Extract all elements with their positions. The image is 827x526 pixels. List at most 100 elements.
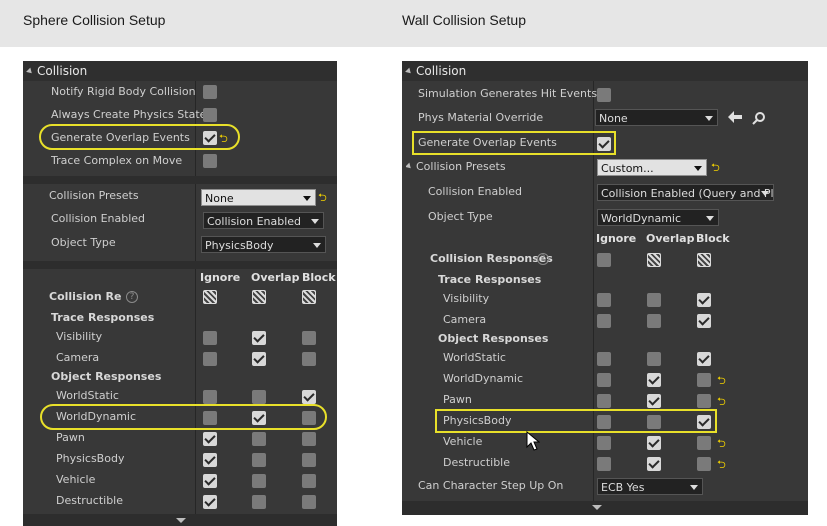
chevron-down-icon — [690, 485, 698, 490]
label-collision-presets: Collision Presets — [406, 156, 506, 178]
destructible-overlap[interactable] — [252, 495, 266, 509]
label-collision-enabled: Collision Enabled — [51, 212, 146, 225]
chevron-down-icon — [313, 243, 321, 248]
camera-overlap[interactable] — [647, 314, 661, 328]
phys-material-dropdown[interactable]: None — [595, 109, 718, 126]
label-physicsbody: PhysicsBody — [56, 452, 125, 465]
sim-hit-events-checkbox[interactable] — [597, 88, 611, 102]
can-step-up-on-value: ECB Yes — [601, 481, 645, 494]
highlight-generate-overlap — [39, 124, 240, 150]
help-icon[interactable]: ? — [126, 291, 138, 303]
pawn-block[interactable] — [697, 394, 711, 408]
physicsbody-block[interactable] — [302, 453, 316, 467]
collision-presets-dropdown[interactable]: None — [201, 189, 316, 206]
worldstatic-block[interactable] — [697, 352, 711, 366]
worldstatic-block[interactable] — [302, 390, 316, 404]
visibility-overlap[interactable] — [647, 293, 661, 307]
collision-presets-value: None — [205, 192, 234, 205]
responses-ignore-all[interactable] — [203, 290, 217, 304]
category-title: Collision — [37, 64, 88, 78]
reset-arrow-icon[interactable]: ⮌ — [717, 375, 726, 386]
responses-block-all[interactable] — [302, 290, 316, 304]
collision-presets-dropdown[interactable]: Custom... — [597, 159, 707, 176]
label-collision-presets: Collision Presets — [49, 189, 139, 202]
responses-block-all[interactable] — [697, 253, 711, 267]
vehicle-overlap[interactable] — [647, 436, 661, 450]
destructible-ignore[interactable] — [203, 495, 217, 509]
chevron-down-icon — [705, 116, 713, 121]
label-object-type: Object Type — [51, 236, 116, 249]
responses-overlap-all[interactable] — [252, 290, 266, 304]
camera-block[interactable] — [697, 314, 711, 328]
reset-arrow-icon[interactable]: ⮌ — [717, 459, 726, 470]
worlddynamic-block[interactable] — [697, 373, 711, 387]
worldstatic-ignore[interactable] — [203, 390, 217, 404]
always-create-physics-checkbox[interactable] — [203, 108, 217, 122]
magnifier-icon[interactable] — [752, 111, 766, 128]
physicsbody-overlap[interactable] — [252, 453, 266, 467]
visibility-ignore[interactable] — [597, 293, 611, 307]
camera-ignore[interactable] — [203, 352, 217, 366]
pawn-ignore[interactable] — [597, 394, 611, 408]
visibility-overlap[interactable] — [252, 331, 266, 345]
destructible-ignore[interactable] — [597, 457, 611, 471]
collision-enabled-dropdown[interactable]: Collision Enabled (Query and Pl — [597, 184, 774, 201]
vehicle-block[interactable] — [697, 436, 711, 450]
pawn-block[interactable] — [302, 432, 316, 446]
arrow-left-icon[interactable] — [728, 111, 742, 126]
worlddynamic-overlap[interactable] — [647, 373, 661, 387]
camera-block[interactable] — [302, 352, 316, 366]
reset-arrow-icon[interactable]: ⮌ — [717, 438, 726, 449]
object-type-dropdown[interactable]: WorldDynamic — [597, 209, 719, 226]
column-header-block: Block — [302, 271, 336, 284]
camera-ignore[interactable] — [597, 314, 611, 328]
notify-rigid-body-checkbox[interactable] — [203, 85, 217, 99]
heading-wall: Wall Collision Setup — [402, 12, 526, 28]
collision-enabled-dropdown[interactable]: Collision Enabled — [203, 212, 324, 229]
highlight-physicsbody — [435, 409, 717, 433]
expand-arrow-icon[interactable] — [176, 518, 186, 523]
reset-arrow-icon[interactable]: ⮌ — [318, 192, 327, 203]
category-title: Collision — [416, 64, 467, 78]
visibility-block[interactable] — [697, 293, 711, 307]
pawn-overlap[interactable] — [252, 432, 266, 446]
label-trace-complex: Trace Complex on Move — [51, 154, 183, 167]
worldstatic-overlap[interactable] — [647, 352, 661, 366]
label-worldstatic: WorldStatic — [443, 351, 506, 364]
can-step-up-on-dropdown[interactable]: ECB Yes — [597, 478, 703, 495]
destructible-block[interactable] — [302, 495, 316, 509]
object-type-dropdown[interactable]: PhysicsBody — [201, 236, 326, 253]
pawn-ignore[interactable] — [203, 432, 217, 446]
chevron-down-icon — [761, 191, 769, 196]
visibility-block[interactable] — [302, 331, 316, 345]
worlddynamic-ignore[interactable] — [597, 373, 611, 387]
camera-overlap[interactable] — [252, 352, 266, 366]
visibility-ignore[interactable] — [203, 331, 217, 345]
vehicle-block[interactable] — [302, 474, 316, 488]
vehicle-ignore[interactable] — [597, 436, 611, 450]
reset-arrow-icon[interactable]: ⮌ — [717, 396, 726, 407]
footer-bar[interactable] — [402, 501, 808, 515]
pawn-overlap[interactable] — [647, 394, 661, 408]
vehicle-overlap[interactable] — [252, 474, 266, 488]
responses-overlap-all[interactable] — [647, 253, 661, 267]
label-destructible: Destructible — [443, 456, 510, 469]
responses-ignore-all[interactable] — [597, 253, 611, 267]
label-phys-material: Phys Material Override — [418, 111, 544, 124]
destructible-block[interactable] — [697, 457, 711, 471]
worldstatic-overlap[interactable] — [252, 390, 266, 404]
sphere-collision-panel: Collision Notify Rigid Body Collision Al… — [23, 61, 337, 526]
collision-category-header[interactable]: Collision — [402, 61, 808, 81]
reset-arrow-icon[interactable]: ⮌ — [711, 162, 720, 173]
worldstatic-ignore[interactable] — [597, 352, 611, 366]
help-icon[interactable]: ? — [537, 253, 549, 265]
physicsbody-ignore[interactable] — [203, 453, 217, 467]
trace-complex-checkbox[interactable] — [203, 154, 217, 168]
destructible-overlap[interactable] — [647, 457, 661, 471]
highlight-generate-overlap — [412, 131, 616, 155]
collision-category-header[interactable]: Collision — [23, 61, 337, 81]
column-header-ignore: Ignore — [596, 232, 637, 245]
label-vehicle: Vehicle — [443, 435, 483, 448]
expand-arrow-icon[interactable] — [592, 505, 602, 510]
vehicle-ignore[interactable] — [203, 474, 217, 488]
